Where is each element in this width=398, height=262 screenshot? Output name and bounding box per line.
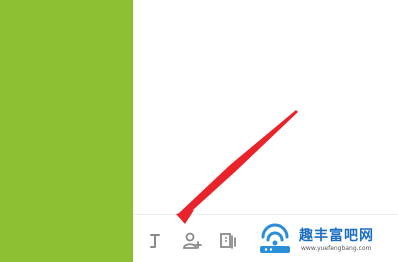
add-user-icon[interactable] bbox=[181, 230, 205, 252]
toolbar-divider bbox=[133, 214, 398, 215]
watermark-url: www.yuefengbang.com bbox=[301, 245, 372, 252]
screen: 趣丰富吧网 www.yuefengbang.com bbox=[0, 0, 398, 262]
watermark-title: 趣丰富吧网 bbox=[299, 228, 374, 244]
watermark-logo-icon bbox=[255, 223, 295, 257]
side-panel bbox=[0, 0, 133, 262]
watermark: 趣丰富吧网 www.yuefengbang.com bbox=[255, 219, 398, 259]
text-cursor-icon[interactable] bbox=[145, 230, 169, 252]
pages-icon[interactable] bbox=[217, 230, 241, 252]
